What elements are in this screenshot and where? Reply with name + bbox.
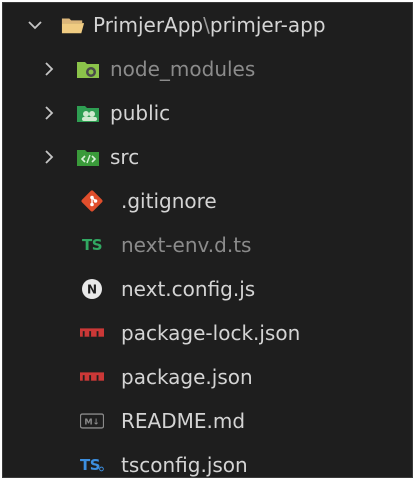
- tree-item-node-modules[interactable]: node_modules: [3, 47, 412, 91]
- tree-item-label: public: [110, 101, 171, 125]
- nextjs-icon: N: [80, 277, 104, 301]
- npm-icon: [80, 321, 104, 345]
- tree-item-package[interactable]: package.json: [3, 355, 412, 399]
- tree-item-label: next-env.d.ts: [121, 233, 252, 257]
- tree-item-package-lock[interactable]: package-lock.json: [3, 311, 412, 355]
- git-icon: [80, 189, 104, 213]
- tree-item-next-config[interactable]: N next.config.js: [3, 267, 412, 311]
- tree-item-src[interactable]: src: [3, 135, 412, 179]
- node-modules-folder-icon: [76, 57, 100, 81]
- typescript-def-icon: TS: [81, 236, 103, 254]
- tree-item-label: tsconfig.json: [121, 453, 248, 477]
- tree-item-public[interactable]: public: [3, 91, 412, 135]
- explorer-root-label: PrimjerApp\primjer-app: [93, 13, 326, 37]
- src-folder-icon: [76, 145, 100, 169]
- tree-item-label: next.config.js: [121, 277, 256, 301]
- file-explorer: PrimjerApp\primjer-app node_modules publ…: [2, 2, 413, 478]
- nextjs-icon-letter: N: [87, 283, 97, 297]
- gear-icon: [99, 466, 104, 472]
- tsconfig-icon: TS: [80, 453, 104, 477]
- tsconfig-icon-text: TS: [80, 456, 101, 474]
- tree-item-label: package.json: [121, 365, 253, 389]
- tree-item-gitignore[interactable]: .gitignore: [3, 179, 412, 223]
- tree-item-label: package-lock.json: [121, 321, 301, 345]
- tree-item-label: node_modules: [110, 57, 256, 81]
- tree-item-tsconfig[interactable]: TS tsconfig.json: [3, 443, 412, 477]
- npm-icon: [80, 365, 104, 389]
- tree-item-next-env[interactable]: TS next-env.d.ts: [3, 223, 412, 267]
- chevron-right-icon[interactable]: [39, 147, 59, 167]
- markdown-icon-text: M↓: [84, 417, 99, 427]
- tree-item-readme[interactable]: M↓ README.md: [3, 399, 412, 443]
- chevron-right-icon[interactable]: [39, 59, 59, 79]
- chevron-right-icon[interactable]: [39, 103, 59, 123]
- explorer-root-folder[interactable]: PrimjerApp\primjer-app: [3, 3, 412, 47]
- folder-open-icon: [61, 13, 85, 37]
- public-folder-icon: [76, 101, 100, 125]
- tree-item-label: src: [110, 145, 140, 169]
- tree-item-label: .gitignore: [121, 189, 217, 213]
- markdown-icon: M↓: [80, 409, 104, 433]
- chevron-down-icon[interactable]: [25, 15, 45, 35]
- tree-item-label: README.md: [121, 409, 246, 433]
